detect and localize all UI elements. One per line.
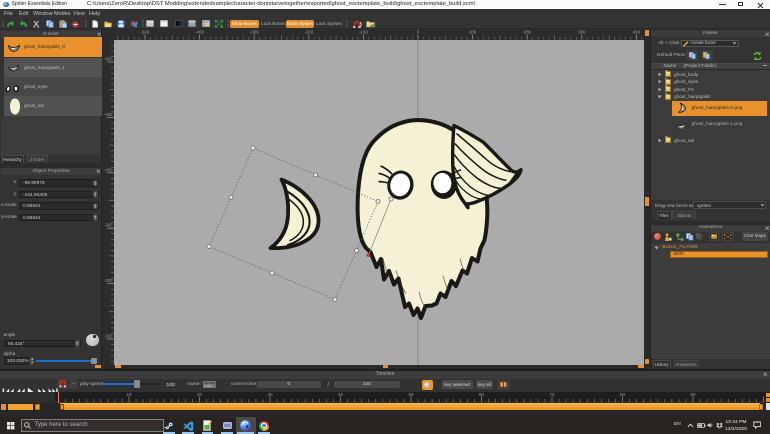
svg-text:50: 50: [408, 392, 414, 397]
svg-text:-100: -100: [359, 30, 368, 35]
svg-text:-300: -300: [250, 30, 259, 35]
svg-text:400: 400: [633, 30, 641, 35]
svg-text:-300: -300: [104, 223, 113, 228]
svg-text:-600: -600: [104, 57, 113, 62]
svg-text:-100: -100: [104, 334, 113, 339]
svg-text:10: 10: [126, 392, 132, 397]
svg-text:-500: -500: [141, 30, 150, 35]
svg-text:300: 300: [578, 30, 586, 35]
svg-text:70: 70: [549, 392, 555, 397]
svg-text:90: 90: [690, 392, 696, 397]
svg-text:200: 200: [524, 30, 532, 35]
svg-text:-500: -500: [104, 112, 113, 117]
svg-text:-400: -400: [195, 30, 204, 35]
svg-text:30: 30: [267, 392, 273, 397]
svg-text:-200: -200: [304, 30, 313, 35]
svg-text:100: 100: [469, 30, 477, 35]
svg-text:-400: -400: [104, 167, 113, 172]
svg-text:-200: -200: [104, 278, 113, 283]
svg-text:80: 80: [620, 392, 626, 397]
svg-text:20: 20: [197, 392, 203, 397]
svg-text:0: 0: [417, 30, 420, 35]
svg-text:40: 40: [338, 392, 344, 397]
svg-text:60: 60: [479, 392, 485, 397]
